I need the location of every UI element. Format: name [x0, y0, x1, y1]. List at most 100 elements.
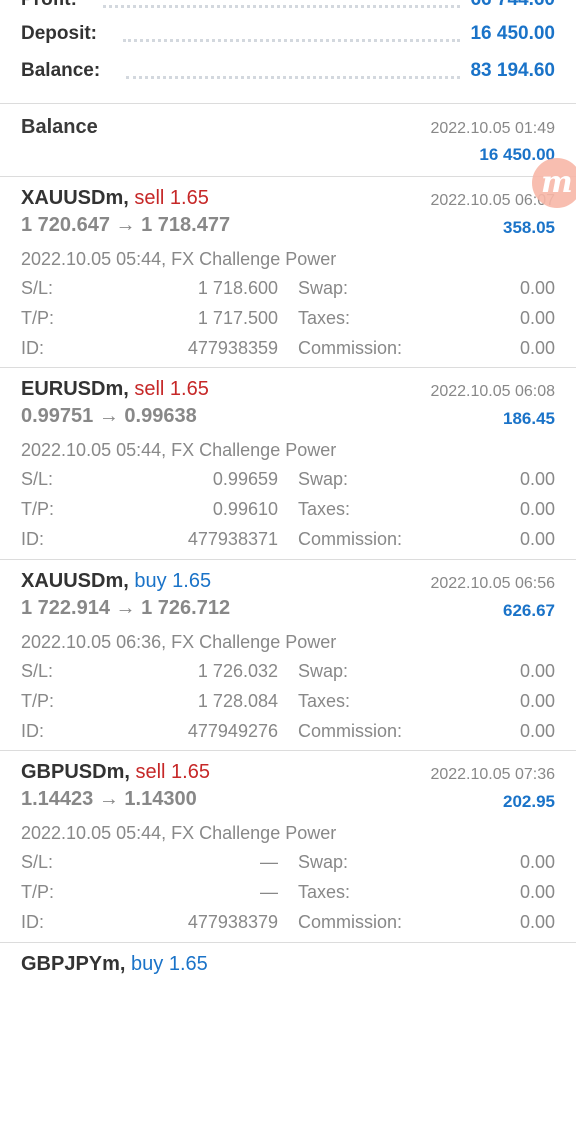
profit-row: Profit: 66 744.60: [21, 0, 555, 15]
sl-value: 0.99659: [212, 469, 278, 489]
balance-row: Balance: 83 194.60: [21, 56, 555, 86]
swap-label: Swap:: [298, 469, 349, 489]
balance-entry-time: 2022.10.05 01:49: [430, 120, 555, 137]
open-price: 1 722.914: [21, 597, 110, 619]
trade-title: XAUUSDm, buy 1.65: [21, 570, 211, 593]
swap-label: Swap:: [298, 278, 349, 298]
tp-value: —: [260, 882, 278, 902]
trade-profit: 626.67: [503, 601, 555, 620]
open-price: 1.14423: [21, 788, 94, 810]
open-price: 0.99751: [21, 405, 94, 427]
trade-title: XAUUSDm, sell 1.65: [21, 187, 209, 210]
trade-symbol: GBPUSDm,: [21, 761, 130, 783]
tp-label: T/P:: [21, 882, 55, 902]
balance-label: Balance:: [21, 60, 101, 81]
id-value: 477949276: [187, 721, 278, 741]
commission-label: Commission:: [298, 338, 403, 358]
trade-item[interactable]: EURUSDm, sell 1.65 0.99751 → 0.99638 2022.…: [0, 368, 576, 560]
id-value: 477938371: [187, 529, 278, 549]
trade-item[interactable]: GBPJPYm, buy 1.65: [0, 943, 576, 1135]
trade-side: sell 1.65: [135, 761, 210, 783]
commission-value: 0.00: [519, 529, 555, 549]
deposit-value: 16 450.00: [470, 23, 555, 44]
trade-symbol: XAUUSDm,: [21, 570, 129, 592]
arrow-icon: →: [115, 214, 136, 236]
id-label: ID:: [21, 721, 45, 741]
arrow-icon: →: [98, 788, 119, 810]
trade-side: buy 1.65: [134, 570, 212, 592]
tp-value: 1 728.084: [197, 691, 278, 711]
taxes-label: Taxes:: [298, 691, 351, 711]
dotted-leader: [102, 4, 461, 8]
deposit-row: Deposit: 16 450.00: [21, 19, 555, 49]
swap-value: 0.00: [519, 661, 555, 681]
sl-value: —: [260, 852, 278, 872]
sl-value: 1 726.032: [197, 661, 278, 681]
tp-value: 0.99610: [212, 499, 278, 519]
balance-operation[interactable]: Balance 2022.10.05 01:49 16 450.00: [0, 104, 576, 176]
profit-value: 66 744.60: [470, 0, 555, 11]
tp-label: T/P:: [21, 499, 55, 519]
sl-label: S/L:: [21, 469, 54, 489]
taxes-label: Taxes:: [298, 499, 351, 519]
trade-prices: 1 722.914 → 1 726.712: [21, 597, 230, 620]
swap-value: 0.00: [519, 469, 555, 489]
taxes-label: Taxes:: [298, 308, 351, 328]
swap-label: Swap:: [298, 852, 349, 872]
account-summary: Profit: 66 744.60 Deposit: 16 450.00 Bal…: [0, 0, 576, 103]
close-price: 0.99638: [124, 405, 197, 427]
taxes-value: 0.00: [519, 308, 555, 328]
id-value: 477938379: [187, 912, 278, 932]
trade-item[interactable]: GBPUSDm, sell 1.65 1.14423 → 1.14300 2022.…: [0, 751, 576, 943]
commission-value: 0.00: [519, 338, 555, 358]
trade-profit: 358.05: [503, 218, 555, 237]
trade-item[interactable]: XAUUSDm, buy 1.65 1 722.914 → 1 726.712 20…: [0, 560, 576, 752]
commission-label: Commission:: [298, 529, 403, 549]
arrow-icon: →: [98, 405, 119, 427]
sl-label: S/L:: [21, 852, 54, 872]
balance-entry-title: Balance: [21, 116, 98, 138]
trade-close-time: 2022.10.05 06:56: [430, 575, 555, 592]
commission-label: Commission:: [298, 721, 403, 741]
tp-value: 1 717.500: [197, 308, 278, 328]
app-logo-icon: m: [532, 158, 576, 208]
taxes-value: 0.00: [519, 499, 555, 519]
id-label: ID:: [21, 338, 45, 358]
trade-title: EURUSDm, sell 1.65: [21, 378, 209, 401]
trade-prices: 0.99751 → 0.99638: [21, 405, 197, 428]
balance-value: 83 194.60: [470, 60, 555, 81]
sl-label: S/L:: [21, 661, 54, 681]
trade-profit: 202.95: [503, 792, 555, 811]
tp-label: T/P:: [21, 691, 55, 711]
trade-side: buy 1.65: [131, 953, 208, 975]
commission-label: Commission:: [298, 912, 403, 932]
trade-title: GBPUSDm, sell 1.65: [21, 761, 210, 784]
close-price: 1.14300: [124, 788, 197, 810]
tp-label: T/P:: [21, 308, 55, 328]
close-price: 1 726.712: [141, 597, 231, 619]
sl-value: 1 718.600: [197, 278, 278, 298]
trade-symbol: EURUSDm,: [21, 378, 129, 400]
id-label: ID:: [21, 529, 45, 549]
dotted-leader: [123, 38, 461, 42]
trade-open-info: 2022.10.05 05:44, FX Challenge Power: [21, 823, 337, 843]
trade-open-info: 2022.10.05 06:36, FX Challenge Power: [21, 632, 337, 652]
trade-profit: 186.45: [503, 409, 555, 428]
taxes-label: Taxes:: [298, 882, 351, 902]
trade-open-info: 2022.10.05 05:44, FX Challenge Power: [21, 249, 337, 269]
trade-prices: 1.14423 → 1.14300: [21, 788, 197, 811]
trade-side: sell 1.65: [134, 378, 209, 400]
taxes-value: 0.00: [519, 691, 555, 711]
trade-symbol: XAUUSDm,: [21, 187, 129, 209]
trade-prices: 1 720.647 → 1 718.477: [21, 214, 230, 237]
arrow-icon: →: [115, 597, 136, 619]
trade-close-time: 2022.10.05 07:36: [430, 766, 555, 783]
profit-label: Profit:: [21, 0, 77, 11]
dotted-leader: [126, 75, 461, 79]
trade-item[interactable]: XAUUSDm, sell 1.65 1 720.647 → 1 718.477 2…: [0, 177, 576, 369]
logo-letter: m: [541, 165, 573, 200]
id-label: ID:: [21, 912, 45, 932]
swap-label: Swap:: [298, 661, 349, 681]
trade-title: GBPJPYm, buy 1.65: [21, 953, 208, 976]
taxes-value: 0.00: [519, 882, 555, 902]
